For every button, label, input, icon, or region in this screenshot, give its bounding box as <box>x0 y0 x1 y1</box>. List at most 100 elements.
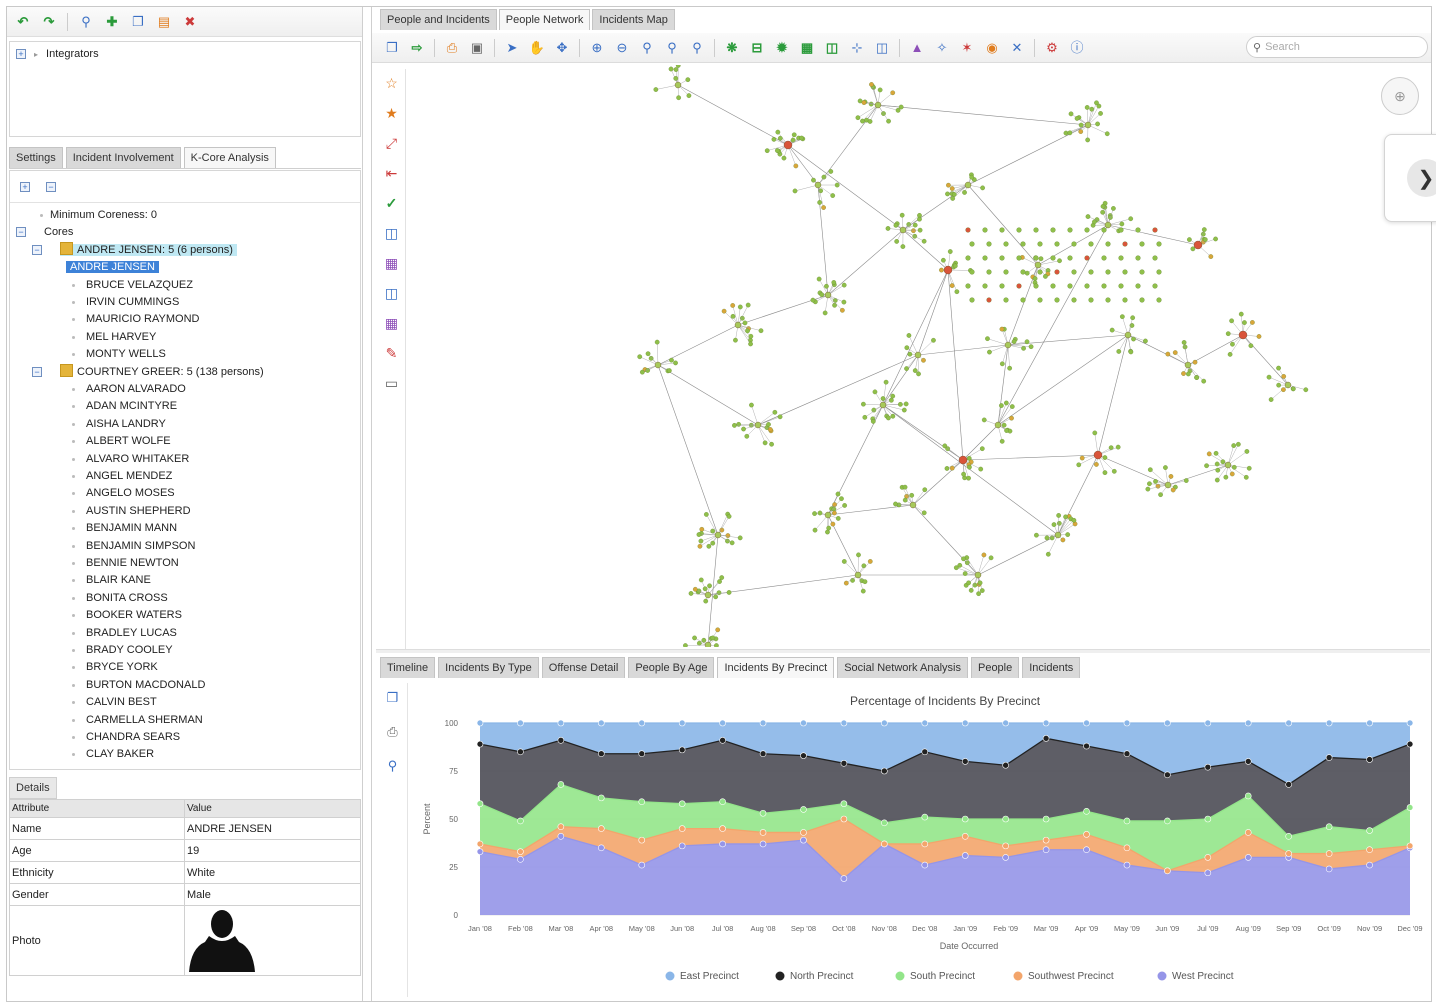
graph-node[interactable] <box>1187 237 1192 242</box>
graph-node[interactable] <box>744 433 750 439</box>
tab-incidents[interactable]: Incidents <box>1022 657 1081 678</box>
graph-node[interactable] <box>893 222 899 228</box>
graph-node[interactable] <box>1037 297 1043 303</box>
data-point[interactable] <box>1042 719 1050 727</box>
legend-marker[interactable] <box>665 971 675 981</box>
graph-node[interactable] <box>1276 382 1282 388</box>
graph-node[interactable] <box>1116 349 1122 354</box>
graph-node[interactable] <box>1068 111 1074 117</box>
undo-icon[interactable]: ↶ <box>13 12 33 32</box>
data-point[interactable] <box>1244 719 1252 727</box>
graph-node[interactable] <box>1016 227 1022 233</box>
graph-node[interactable] <box>654 339 660 345</box>
graph-node[interactable] <box>703 512 709 517</box>
data-point[interactable] <box>1164 719 1171 727</box>
graph-node[interactable] <box>907 351 913 357</box>
graph-node[interactable] <box>1101 255 1107 261</box>
graph-node[interactable] <box>860 588 866 594</box>
data-point[interactable] <box>759 809 767 817</box>
graph-node[interactable] <box>1003 241 1009 247</box>
graph-node[interactable] <box>717 579 722 584</box>
cores-node[interactable]: − Cores <box>16 224 73 241</box>
graph-node[interactable] <box>1088 297 1094 303</box>
list-item[interactable]: MEL HARVEY <box>86 329 156 346</box>
graph-node[interactable] <box>949 283 955 288</box>
tab-offense-detail[interactable]: Offense Detail <box>541 657 626 678</box>
graph-node[interactable] <box>730 314 736 319</box>
data-point[interactable] <box>840 760 848 767</box>
graph-node[interactable] <box>835 516 841 521</box>
data-point[interactable] <box>1406 740 1414 748</box>
graph-node[interactable] <box>1135 255 1141 261</box>
data-point[interactable] <box>881 840 888 848</box>
graph-node[interactable] <box>981 552 987 558</box>
graph-node[interactable] <box>952 263 958 269</box>
data-point[interactable] <box>598 794 605 802</box>
graph-node[interactable] <box>1056 520 1062 526</box>
data-point[interactable] <box>1325 850 1333 857</box>
graph-node[interactable] <box>1050 227 1056 233</box>
graph-node[interactable] <box>976 591 981 596</box>
print-icon[interactable]: ⎙ <box>383 721 403 741</box>
graph-node[interactable] <box>912 222 918 228</box>
graph-node[interactable] <box>1170 487 1176 493</box>
graph-node[interactable] <box>1236 441 1241 447</box>
graph-node[interactable] <box>1111 206 1116 211</box>
graph-node[interactable] <box>872 389 878 395</box>
graph-node[interactable] <box>904 345 910 351</box>
graph-node[interactable] <box>835 491 841 497</box>
graph-node[interactable] <box>831 280 837 285</box>
graph-hub-node[interactable] <box>914 351 922 359</box>
graph-node[interactable] <box>1111 468 1117 474</box>
graph-node[interactable] <box>1024 270 1030 276</box>
layout-compact-icon[interactable]: ⊹ <box>847 38 867 58</box>
graph-node[interactable] <box>698 577 704 583</box>
graph-node[interactable] <box>951 192 957 197</box>
data-point[interactable] <box>1244 854 1252 861</box>
star-filled-icon[interactable]: ★ <box>382 103 402 123</box>
graph-node[interactable] <box>777 414 783 420</box>
eraser-icon[interactable]: ▭ <box>382 373 402 393</box>
details-tab[interactable]: Details <box>9 777 57 799</box>
graph-node[interactable] <box>748 333 754 339</box>
graph-node[interactable] <box>870 419 876 424</box>
graph-node[interactable] <box>1163 465 1168 470</box>
graph-node[interactable] <box>922 487 928 493</box>
graph-node[interactable] <box>1281 387 1286 393</box>
graph-node[interactable] <box>639 369 645 375</box>
zoom-icon[interactable]: ⚲ <box>383 755 403 775</box>
graph-node[interactable] <box>1050 255 1056 261</box>
graph-node[interactable] <box>771 137 777 142</box>
graph-node[interactable] <box>1229 471 1235 477</box>
graph-hub-node[interactable] <box>958 455 968 465</box>
data-point[interactable] <box>1204 815 1212 823</box>
data-point[interactable] <box>719 840 726 848</box>
list-item[interactable]: BOOKER WATERS <box>86 607 182 624</box>
list-item[interactable]: BRADLEY LUCAS <box>86 625 177 642</box>
graph-node[interactable] <box>1152 255 1158 261</box>
graph-node[interactable] <box>860 118 865 124</box>
graph-node[interactable] <box>1079 455 1085 461</box>
graph-node[interactable] <box>817 200 823 205</box>
data-point[interactable] <box>1204 854 1212 861</box>
graph-node[interactable] <box>1147 467 1153 473</box>
data-point[interactable] <box>1325 754 1333 761</box>
graph-node[interactable] <box>1181 371 1186 376</box>
graph-node[interactable] <box>710 528 716 534</box>
tab-people[interactable]: People <box>970 657 1020 678</box>
graph-node[interactable] <box>653 87 659 92</box>
print-preview-icon[interactable]: ▣ <box>467 38 487 58</box>
data-point[interactable] <box>840 815 848 823</box>
graph-node[interactable] <box>1020 297 1026 303</box>
graph-node[interactable] <box>1092 430 1098 436</box>
graph-node[interactable] <box>1102 455 1108 460</box>
collapse-all-icon[interactable]: − <box>46 181 56 192</box>
graph-node[interactable] <box>999 227 1005 233</box>
graph-hub-node[interactable] <box>1193 240 1203 250</box>
graph-node[interactable] <box>729 540 735 546</box>
graph-node[interactable] <box>1011 339 1017 344</box>
graph-node[interactable] <box>799 135 804 141</box>
tab-settings[interactable]: Settings <box>9 147 63 168</box>
star-icon[interactable]: ☆ <box>382 73 402 93</box>
graph-node[interactable] <box>1063 514 1068 520</box>
